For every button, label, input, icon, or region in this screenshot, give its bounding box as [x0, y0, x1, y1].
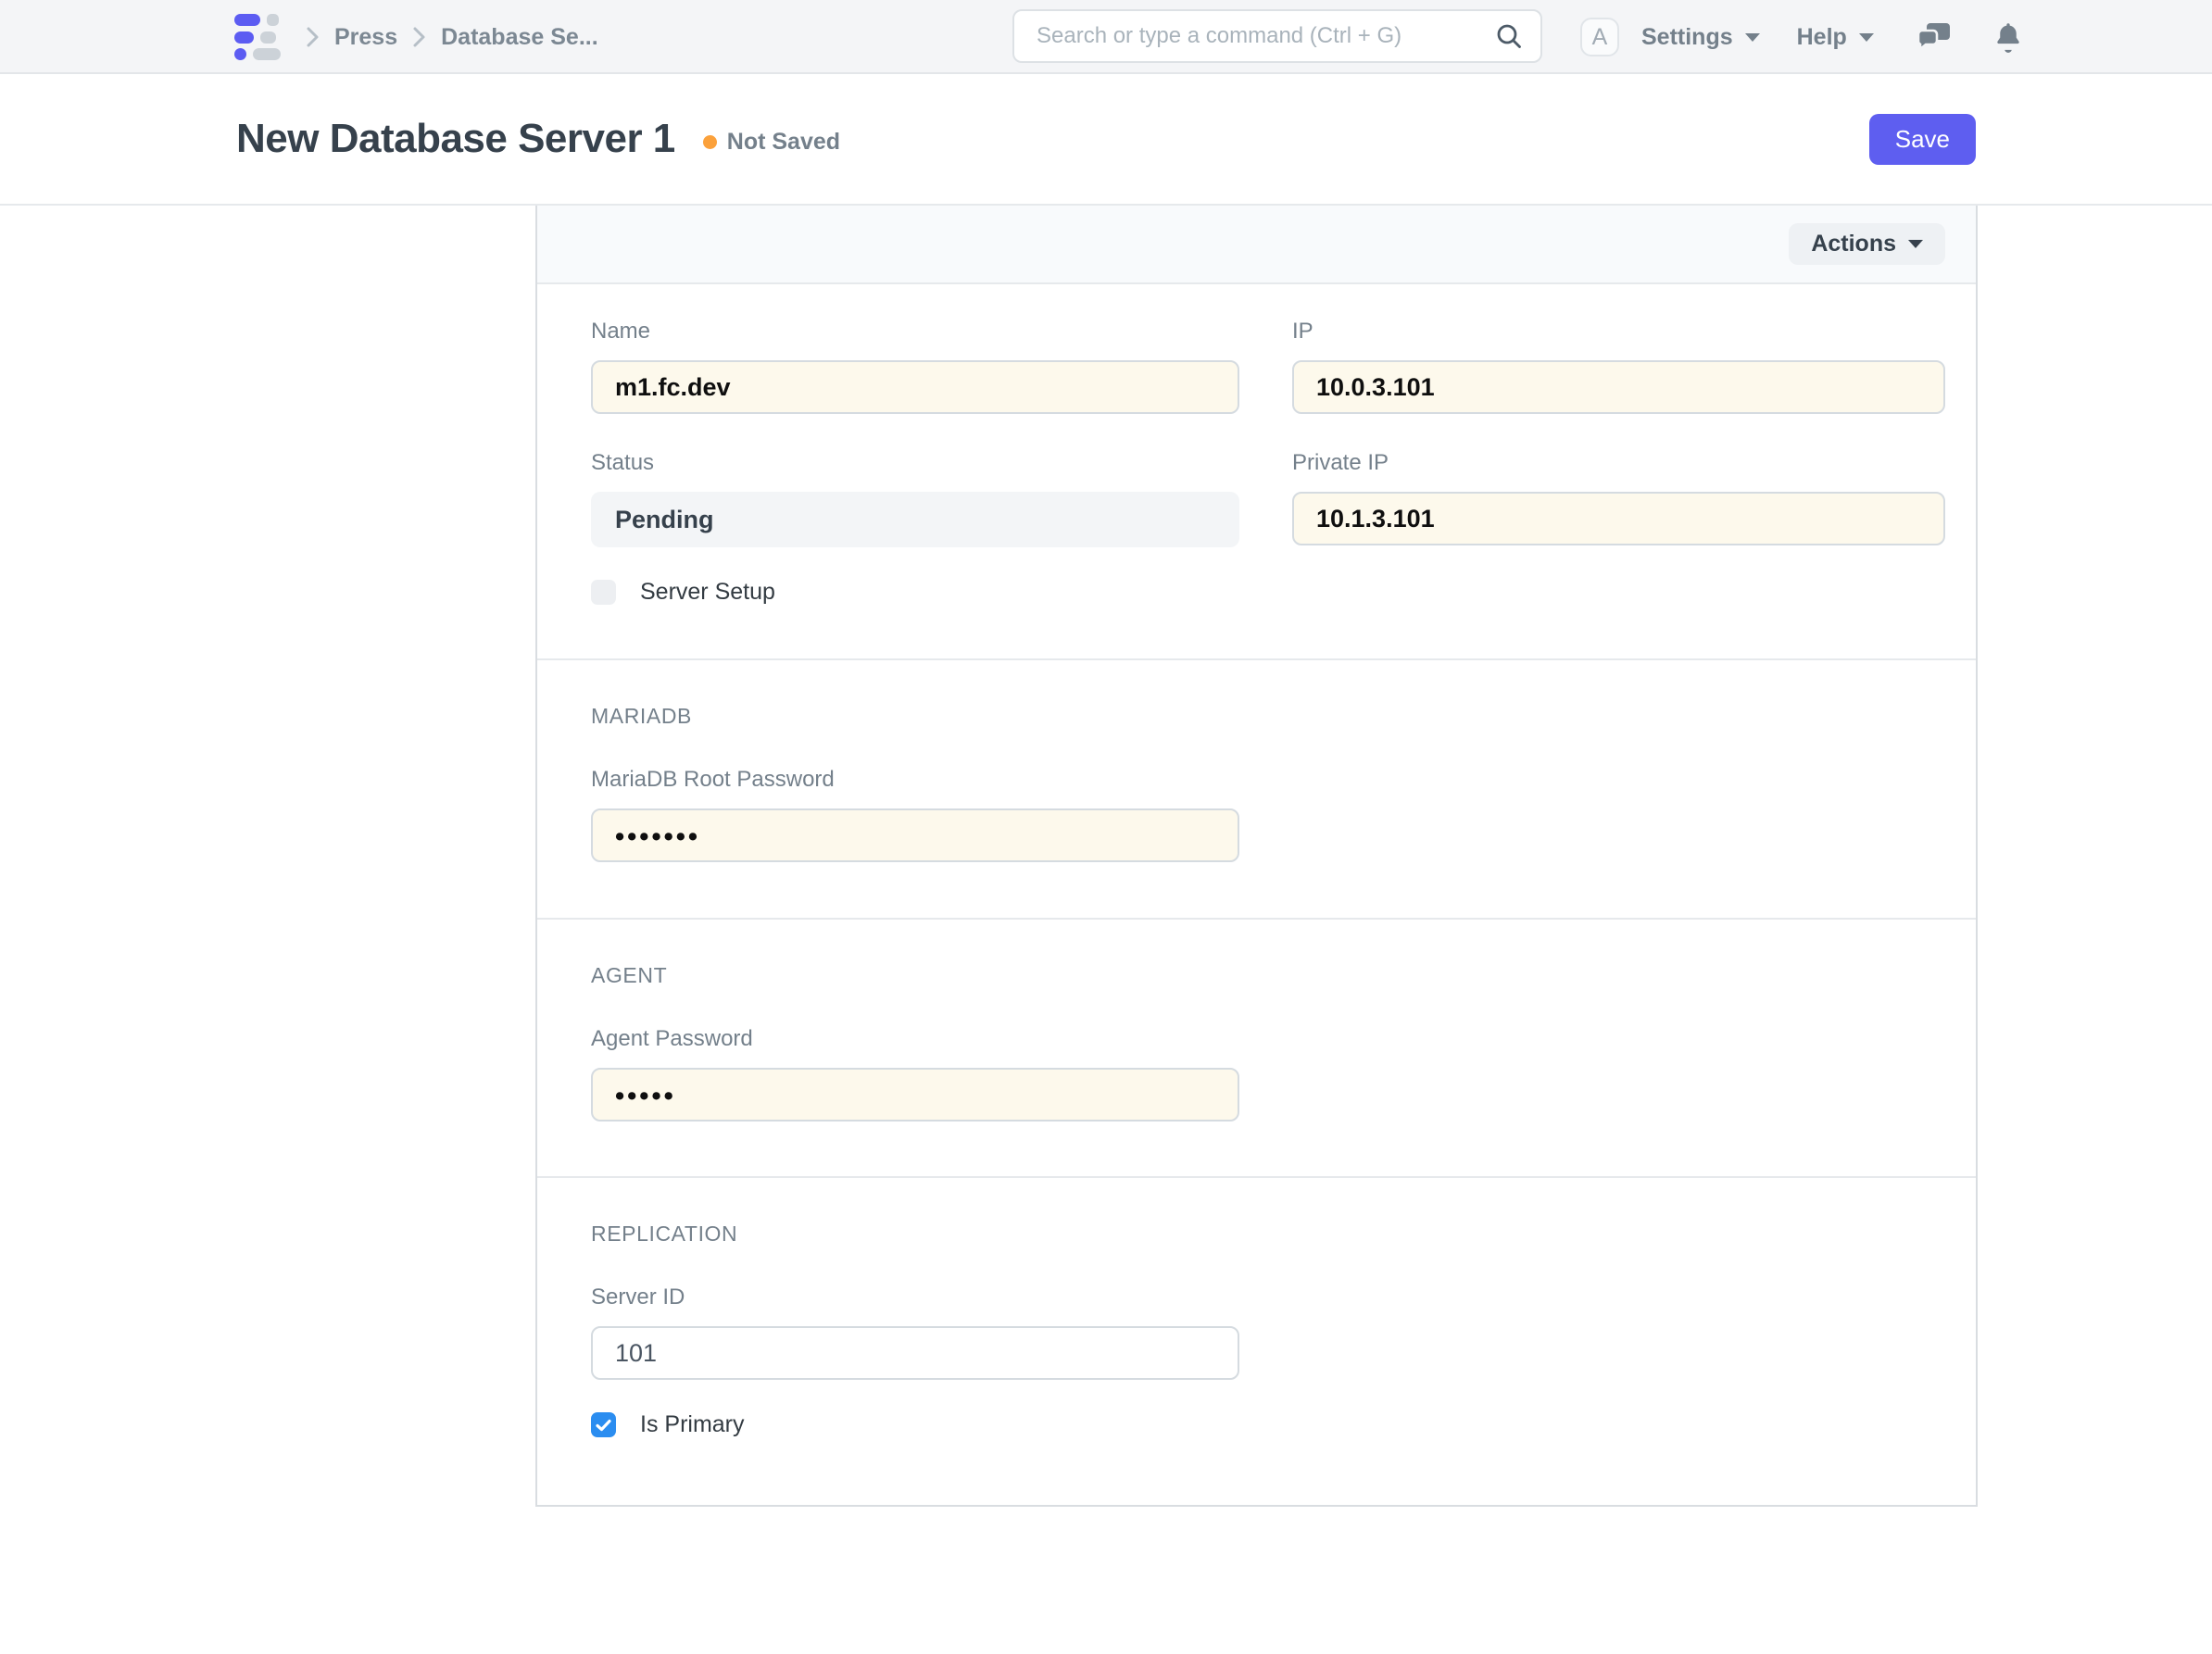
- page-title: New Database Server 1: [236, 116, 675, 162]
- chevron-down-icon: [1908, 240, 1923, 248]
- field-server-id: Server ID: [591, 1284, 1239, 1380]
- chevron-right-icon: [306, 25, 320, 49]
- section-details: Name IP Status Pending Private IP: [537, 284, 1976, 660]
- logo-pill: [234, 31, 254, 44]
- settings-menu[interactable]: Settings: [1641, 24, 1760, 51]
- field-agent-password: Agent Password: [591, 1025, 1239, 1121]
- server-setup-checkbox-row[interactable]: Server Setup: [591, 579, 1945, 606]
- checkmark-icon: [596, 1419, 611, 1432]
- ip-input[interactable]: [1292, 360, 1945, 414]
- app-screen: Press Database Se... A Settings Help: [0, 0, 2212, 1654]
- settings-label: Settings: [1641, 24, 1733, 51]
- logo-pill: [267, 14, 279, 26]
- breadcrumb-database-servers[interactable]: Database Se...: [441, 24, 598, 51]
- field-private-ip: Private IP: [1292, 449, 1945, 547]
- private-ip-label: Private IP: [1292, 449, 1945, 477]
- replication-section-heading: REPLICATION: [591, 1221, 1945, 1247]
- server-setup-checkbox[interactable]: [591, 580, 616, 605]
- field-mariadb-root-password: MariaDB Root Password: [591, 766, 1239, 862]
- bell-icon[interactable]: [1994, 21, 2022, 53]
- not-saved-label: Not Saved: [727, 129, 840, 156]
- is-primary-label: Is Primary: [640, 1411, 745, 1438]
- avatar[interactable]: A: [1580, 18, 1619, 56]
- chat-icon[interactable]: [1917, 21, 1952, 53]
- mariadb-root-password-label: MariaDB Root Password: [591, 766, 1239, 794]
- help-label: Help: [1797, 24, 1847, 51]
- not-saved-indicator: Not Saved: [703, 129, 840, 156]
- chevron-right-icon: [412, 25, 426, 49]
- app-logo-icon[interactable]: [234, 14, 281, 60]
- server-id-label: Server ID: [591, 1284, 1239, 1311]
- help-menu[interactable]: Help: [1797, 24, 1874, 51]
- server-setup-label: Server Setup: [640, 579, 775, 606]
- page-head: New Database Server 1 Not Saved Save: [0, 74, 2212, 206]
- agent-password-label: Agent Password: [591, 1025, 1239, 1053]
- section-mariadb: MARIADB MariaDB Root Password: [537, 660, 1976, 920]
- search-input[interactable]: [1037, 23, 1494, 49]
- not-saved-dot-icon: [703, 135, 717, 149]
- navbar: Press Database Se... A Settings Help: [0, 0, 2212, 74]
- status-label: Status: [591, 449, 1239, 477]
- logo-pill: [234, 48, 246, 60]
- agent-section-heading: AGENT: [591, 962, 1945, 988]
- name-label: Name: [591, 318, 1239, 345]
- status-value: Pending: [591, 492, 1239, 547]
- private-ip-input[interactable]: [1292, 492, 1945, 545]
- logo-pill: [234, 14, 260, 26]
- form-container: Actions Name IP Status Pending: [535, 206, 1978, 1507]
- name-input[interactable]: [591, 360, 1239, 414]
- field-name: Name: [591, 318, 1239, 414]
- field-status: Status Pending: [591, 449, 1239, 547]
- chevron-down-icon: [1859, 33, 1874, 42]
- search-icon[interactable]: [1494, 21, 1524, 51]
- logo-pill: [253, 48, 281, 60]
- field-ip: IP: [1292, 318, 1945, 414]
- section-replication: REPLICATION Server ID Is Primary: [537, 1178, 1976, 1505]
- mariadb-root-password-input[interactable]: [591, 808, 1239, 862]
- navbar-right: A Settings Help: [1580, 0, 2022, 74]
- ip-label: IP: [1292, 318, 1945, 345]
- global-search[interactable]: [1012, 9, 1542, 63]
- breadcrumb-press[interactable]: Press: [334, 24, 397, 51]
- is-primary-checkbox-row[interactable]: Is Primary: [591, 1411, 1945, 1438]
- is-primary-checkbox[interactable]: [591, 1412, 616, 1437]
- form-toolbar: Actions: [537, 206, 1976, 284]
- mariadb-section-heading: MARIADB: [591, 703, 1945, 729]
- logo-pill: [260, 31, 276, 44]
- agent-password-input[interactable]: [591, 1068, 1239, 1121]
- section-agent: AGENT Agent Password: [537, 920, 1976, 1178]
- save-button[interactable]: Save: [1869, 114, 1976, 165]
- chevron-down-icon: [1745, 33, 1760, 42]
- actions-button[interactable]: Actions: [1789, 223, 1945, 265]
- avatar-letter: A: [1592, 24, 1608, 51]
- breadcrumb: Press Database Se...: [306, 0, 598, 74]
- actions-label: Actions: [1811, 231, 1896, 257]
- server-id-input[interactable]: [591, 1326, 1239, 1380]
